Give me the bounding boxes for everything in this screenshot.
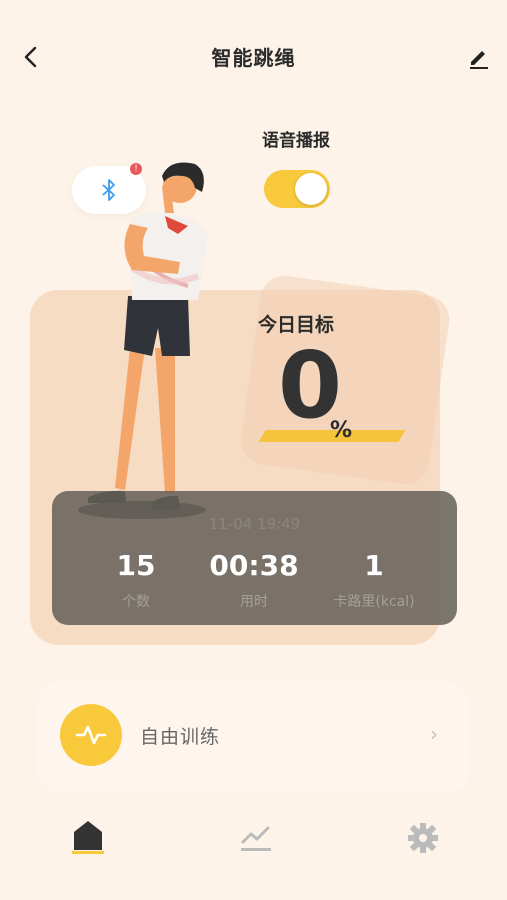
card-decoration	[237, 272, 453, 488]
edit-button[interactable]	[462, 40, 496, 74]
voice-broadcast-toggle[interactable]	[264, 170, 330, 208]
goal-unit: %	[330, 418, 353, 443]
stat-duration-value: 00:38	[209, 549, 299, 582]
chevron-right-icon: ›	[430, 722, 438, 746]
toggle-knob	[295, 173, 327, 205]
stat-duration-label: 用时	[240, 594, 268, 610]
bluetooth-icon	[102, 179, 115, 201]
free-training-label: 自由训练	[140, 726, 221, 748]
stat-count-value: 15	[116, 549, 156, 582]
bluetooth-alert-badge: !	[130, 163, 142, 175]
free-training-icon	[60, 704, 122, 766]
gear-icon	[408, 823, 438, 853]
home-icon	[72, 821, 104, 854]
edit-icon	[470, 51, 488, 69]
stats-panel: 11-04 19:49 15 个数 00:38 用时 1 卡路里(kcal)	[52, 491, 457, 625]
nav-settings-tab[interactable]	[405, 820, 441, 856]
pulse-icon	[75, 725, 107, 745]
page-title: 智能跳绳	[211, 46, 296, 70]
nav-home-tab[interactable]	[70, 818, 106, 858]
stat-calorie-value: 1	[364, 549, 384, 582]
voice-broadcast-label: 语音播报	[262, 131, 330, 151]
chart-icon	[241, 826, 271, 851]
nav-stats-tab[interactable]	[238, 820, 274, 856]
stat-calorie-label: 卡路里(kcal)	[333, 594, 415, 610]
stat-count-label: 个数	[122, 594, 150, 610]
session-timestamp: 11-04 19:49	[208, 515, 301, 533]
